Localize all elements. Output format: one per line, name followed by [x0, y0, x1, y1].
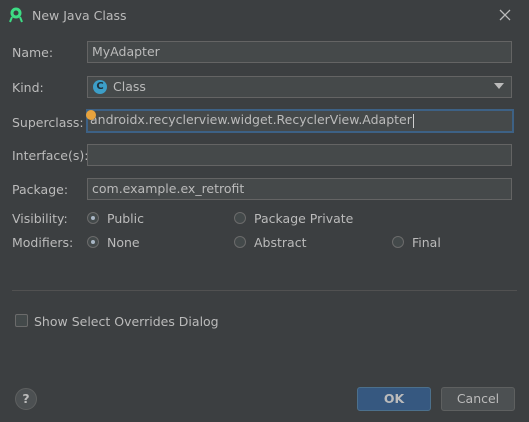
interfaces-label: Interface(s): [12, 148, 89, 163]
kind-selected-value: Class [113, 79, 146, 94]
class-icon: C [93, 80, 107, 94]
modifiers-none-label[interactable]: None [107, 235, 140, 250]
kind-label: Kind: [12, 80, 44, 95]
show-overrides-label[interactable]: Show Select Overrides Dialog [34, 314, 219, 329]
visibility-package-private-radio[interactable] [234, 212, 246, 224]
window-title: New Java Class [32, 8, 127, 23]
title-bar: New Java Class [0, 0, 529, 31]
visibility-public-radio[interactable] [87, 212, 99, 224]
interfaces-input[interactable] [87, 144, 512, 166]
show-overrides-checkbox[interactable] [15, 314, 28, 327]
name-label: Name: [12, 45, 54, 60]
superclass-value: androidx.recyclerview.widget.RecyclerVie… [90, 112, 412, 127]
package-label: Package: [12, 182, 69, 197]
superclass-input[interactable]: androidx.recyclerview.widget.RecyclerVie… [86, 109, 514, 133]
modifiers-abstract-label[interactable]: Abstract [254, 235, 306, 250]
modifiers-final-label[interactable]: Final [412, 235, 441, 250]
close-icon[interactable] [496, 6, 514, 24]
modifiers-label: Modifiers: [12, 235, 74, 250]
chevron-down-icon [494, 83, 504, 89]
superclass-label: Superclass: [12, 115, 84, 130]
android-studio-icon [9, 7, 23, 23]
modifiers-none-radio[interactable] [87, 236, 99, 248]
cancel-button[interactable]: Cancel [441, 387, 515, 411]
visibility-package-private-label[interactable]: Package Private [254, 211, 353, 226]
help-button[interactable]: ? [15, 388, 37, 410]
kind-dropdown[interactable]: C Class [87, 76, 512, 98]
separator [12, 290, 517, 291]
package-input[interactable]: com.example.ex_retrofit [87, 178, 512, 200]
modifiers-abstract-radio[interactable] [234, 236, 246, 248]
visibility-public-label[interactable]: Public [107, 211, 144, 226]
ok-button[interactable]: OK [357, 387, 431, 411]
intention-bulb-icon[interactable] [86, 110, 96, 120]
visibility-label: Visibility: [12, 211, 68, 226]
text-cursor [412, 113, 414, 128]
modifiers-final-radio[interactable] [392, 236, 404, 248]
name-input[interactable]: MyAdapter [87, 41, 512, 63]
